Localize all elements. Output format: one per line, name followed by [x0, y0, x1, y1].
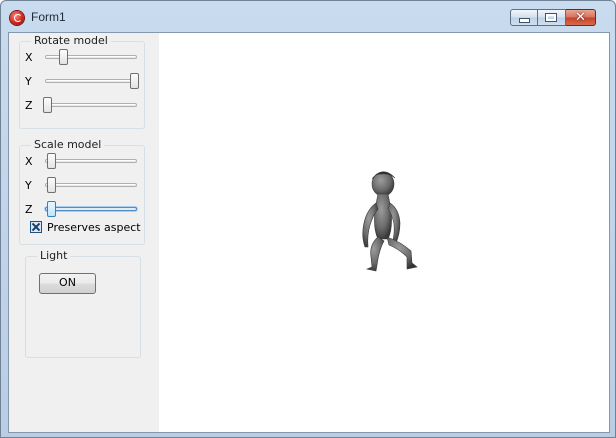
- 3d-viewport[interactable]: [159, 33, 609, 432]
- caption-buttons: ✕: [510, 9, 596, 27]
- scale-y-label: Y: [25, 179, 32, 192]
- window-bottom-frame: [1, 431, 615, 437]
- scale-y-slider-track[interactable]: [45, 183, 137, 187]
- app-logo-icon[interactable]: [10, 11, 24, 25]
- title-bar[interactable]: Form1 ✕: [1, 1, 615, 31]
- preserves-aspect-label[interactable]: Preserves aspect: [47, 221, 141, 234]
- rotate-y-slider-track[interactable]: [45, 79, 137, 83]
- 3d-figure-icon: [362, 171, 418, 272]
- control-panel: Rotate model X Y Z Scale model X Y Z Pre…: [9, 33, 159, 432]
- scale-z-slider-thumb[interactable]: [47, 201, 57, 217]
- close-icon: ✕: [575, 10, 586, 25]
- rotate-z-label: Z: [25, 99, 33, 112]
- scale-z-label: Z: [25, 203, 33, 216]
- scale-x-slider-track[interactable]: [45, 159, 137, 163]
- minimize-button[interactable]: [510, 9, 538, 26]
- scale-model-group: Scale model X Y Z Preserves aspect: [19, 138, 145, 245]
- rotate-x-label: X: [25, 51, 33, 64]
- rotate-z-slider-track[interactable]: [45, 103, 137, 107]
- rotate-y-slider-thumb[interactable]: [130, 73, 139, 89]
- light-on-button[interactable]: ON: [39, 273, 96, 294]
- preserves-aspect-checkbox[interactable]: [30, 221, 42, 233]
- scale-x-slider-thumb[interactable]: [47, 153, 57, 169]
- maximize-button[interactable]: [538, 9, 566, 26]
- application-window: Form1 ✕ Rotate model X Y Z Scale model X…: [0, 0, 616, 438]
- scale-model-title: Scale model: [31, 138, 105, 152]
- rotate-z-slider-thumb[interactable]: [43, 97, 52, 113]
- rotate-x-slider-thumb[interactable]: [58, 49, 68, 65]
- rotate-model-title: Rotate model: [31, 34, 111, 48]
- maximize-icon: [546, 14, 556, 21]
- scale-z-slider-track[interactable]: [45, 207, 137, 211]
- minimize-icon: [520, 19, 529, 22]
- light-group: Light ON: [25, 249, 141, 358]
- light-title: Light: [37, 249, 71, 263]
- window-title: Form1: [31, 10, 66, 24]
- rotate-model-group: Rotate model X Y Z: [19, 34, 145, 129]
- scale-y-slider-thumb[interactable]: [47, 177, 57, 193]
- rotate-y-label: Y: [25, 75, 32, 88]
- close-button[interactable]: ✕: [566, 9, 596, 26]
- client-area: Rotate model X Y Z Scale model X Y Z Pre…: [8, 32, 610, 433]
- scale-x-label: X: [25, 155, 33, 168]
